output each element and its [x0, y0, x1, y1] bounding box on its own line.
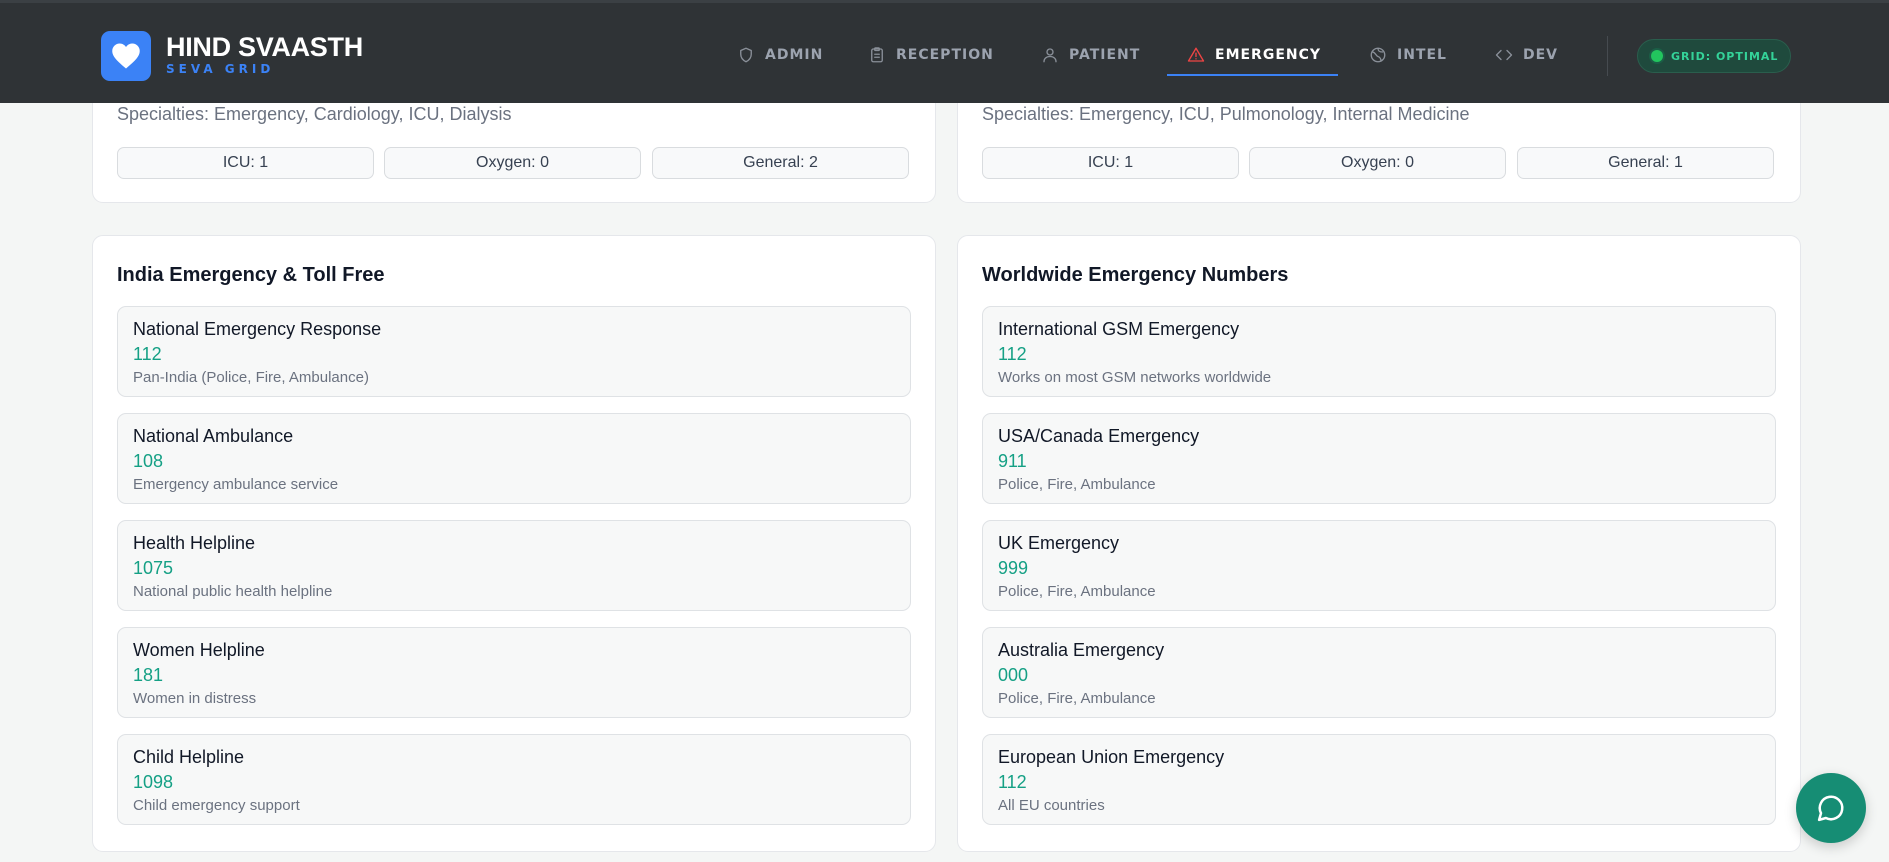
heart-icon [112, 43, 140, 69]
nav-patient[interactable]: PATIENT [1041, 33, 1140, 77]
chat-bubble-icon [1817, 795, 1844, 822]
chat-button[interactable] [1796, 773, 1866, 843]
hospital-specialties: Specialties: Emergency, ICU, Pulmonology… [982, 104, 1470, 124]
hospital-specialties: Specialties: Emergency, Cardiology, ICU,… [117, 104, 512, 124]
entry-number[interactable]: 181 [133, 665, 163, 686]
brand-title: HIND SVAASTH [166, 32, 363, 62]
brand-subtitle: SEVA GRID [166, 62, 275, 76]
nav-emergency[interactable]: EMERGENCY [1187, 33, 1321, 77]
nav-reception[interactable]: RECEPTION [868, 33, 994, 77]
bed-general: General: 1 [1517, 147, 1774, 179]
bed-general: General: 2 [652, 147, 909, 179]
grid-status-text: GRID: OPTIMAL [1671, 49, 1779, 63]
nav-admin[interactable]: ADMIN [737, 33, 823, 77]
list-item[interactable]: Child Helpline 1098 Child emergency supp… [117, 734, 911, 825]
entry-description: Women in distress [133, 690, 257, 707]
entry-description: Works on most GSM networks worldwide [998, 369, 1272, 386]
list-item[interactable]: USA/Canada Emergency 911 Police, Fire, A… [982, 413, 1776, 504]
entry-name: Health Helpline [133, 533, 256, 553]
nav-label: ADMIN [765, 47, 824, 63]
grid-status-badge: GRID: OPTIMAL [1637, 39, 1791, 73]
list-item[interactable]: National Emergency Response 112 Pan-Indi… [117, 306, 911, 397]
nav-intel[interactable]: INTEL [1369, 33, 1447, 77]
bed-icu: ICU: 1 [982, 147, 1239, 179]
entry-description: Emergency ambulance service [133, 476, 339, 493]
list-item[interactable]: Health Helpline 1075 National public hea… [117, 520, 911, 611]
bed-icu: ICU: 1 [117, 147, 374, 179]
entry-name: National Ambulance [133, 426, 294, 446]
entry-number[interactable]: 112 [998, 772, 1027, 793]
list-item[interactable]: National Ambulance 108 Emergency ambulan… [117, 413, 911, 504]
entry-number[interactable]: 108 [133, 451, 163, 472]
world-section-title: Worldwide Emergency Numbers [982, 264, 1289, 286]
entry-name: Australia Emergency [998, 640, 1165, 660]
india-emergency-card: India Emergency & Toll Free National Eme… [92, 235, 936, 852]
entry-number[interactable]: 1075 [133, 558, 173, 579]
entry-number[interactable]: 000 [998, 665, 1028, 686]
entry-description: All EU countries [998, 797, 1105, 814]
bed-oxygen: Oxygen: 0 [384, 147, 641, 179]
entry-name: UK Emergency [998, 533, 1120, 553]
nav-label: PATIENT [1069, 47, 1141, 63]
active-tab-indicator [1167, 74, 1338, 76]
alert-triangle-icon [1187, 47, 1205, 62]
bed-oxygen: Oxygen: 0 [1249, 147, 1506, 179]
entry-description: National public health helpline [133, 583, 333, 600]
entry-description: Police, Fire, Ambulance [998, 583, 1156, 600]
list-item[interactable]: Australia Emergency 000 Police, Fire, Am… [982, 627, 1776, 718]
entry-name: International GSM Emergency [998, 319, 1240, 339]
entry-description: Pan-India (Police, Fire, Ambulance) [133, 369, 369, 386]
clipboard-icon [871, 47, 883, 63]
list-item[interactable]: International GSM Emergency 112 Works on… [982, 306, 1776, 397]
entry-number[interactable]: 999 [998, 558, 1028, 579]
entry-number[interactable]: 112 [998, 344, 1027, 365]
code-icon [1495, 49, 1513, 61]
user-icon [1043, 48, 1057, 63]
world-emergency-card: Worldwide Emergency Numbers Internationa… [957, 235, 1801, 852]
nav-label: EMERGENCY [1215, 47, 1322, 63]
list-item[interactable]: European Union Emergency 112 All EU coun… [982, 734, 1776, 825]
brain-icon [1370, 47, 1386, 63]
nav-label: DEV [1523, 47, 1559, 63]
list-item[interactable]: UK Emergency 999 Police, Fire, Ambulance [982, 520, 1776, 611]
india-section-title: India Emergency & Toll Free [117, 264, 385, 286]
entry-name: USA/Canada Emergency [998, 426, 1200, 446]
entry-number[interactable]: 1098 [133, 772, 173, 793]
list-item[interactable]: Women Helpline 181 Women in distress [117, 627, 911, 718]
entry-name: National Emergency Response [133, 319, 382, 339]
nav-label: RECEPTION [896, 47, 994, 63]
entry-description: Child emergency support [133, 797, 300, 814]
brand: HIND SVAASTH SEVA GRID [166, 33, 363, 76]
entry-description: Police, Fire, Ambulance [998, 690, 1156, 707]
entry-number[interactable]: 911 [998, 451, 1027, 472]
nav-divider [1607, 36, 1608, 76]
entry-name: European Union Emergency [998, 747, 1225, 767]
nav-dev[interactable]: DEV [1495, 33, 1558, 77]
shield-icon [740, 47, 752, 63]
status-dot-icon [1651, 50, 1663, 62]
entry-name: Women Helpline [133, 640, 265, 660]
app-logo[interactable] [101, 31, 151, 81]
top-header: HIND SVAASTH SEVA GRID ADMIN RECEPTION P… [0, 0, 1889, 103]
entry-description: Police, Fire, Ambulance [998, 476, 1156, 493]
entry-name: Child Helpline [133, 747, 245, 767]
entry-number[interactable]: 112 [133, 344, 162, 365]
nav-label: INTEL [1397, 47, 1447, 63]
